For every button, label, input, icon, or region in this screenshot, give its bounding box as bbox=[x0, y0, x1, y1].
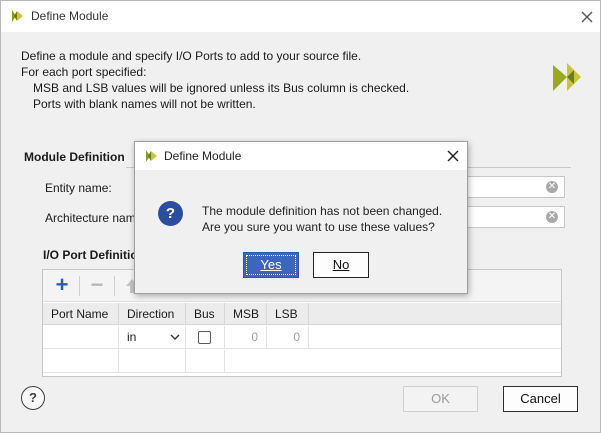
brand-logo-icon bbox=[549, 59, 585, 98]
lsb-value: 0 bbox=[293, 330, 300, 344]
window-title: Define Module bbox=[31, 9, 109, 23]
column-header-port-name[interactable]: Port Name bbox=[43, 303, 119, 324]
title-bar: Define Module bbox=[1, 1, 600, 32]
table-row: in 0 0 bbox=[43, 326, 561, 349]
column-header-lsb[interactable]: LSB bbox=[267, 303, 309, 324]
empty-cell bbox=[186, 350, 225, 372]
app-logo-icon bbox=[143, 148, 159, 167]
msb-cell[interactable]: 0 bbox=[225, 326, 267, 348]
close-icon[interactable] bbox=[577, 7, 597, 27]
dialog-body: ? The module definition has not been cha… bbox=[135, 170, 467, 293]
lsb-cell[interactable]: 0 bbox=[267, 326, 309, 348]
architecture-name-label: Architecture nam bbox=[45, 211, 136, 225]
description: Define a module and specify I/O Ports to… bbox=[21, 48, 409, 112]
confirm-dialog: Define Module ? The module definition ha… bbox=[134, 141, 468, 294]
yes-label: Yes bbox=[260, 257, 282, 272]
app-logo-icon bbox=[9, 8, 25, 27]
no-label: No bbox=[332, 257, 350, 272]
question-icon: ? bbox=[158, 201, 183, 226]
help-button[interactable]: ? bbox=[21, 386, 45, 410]
clear-icon[interactable]: ✕ bbox=[546, 211, 558, 223]
entity-name-label: Entity name: bbox=[45, 181, 112, 195]
dialog-message: The module definition has not been chang… bbox=[202, 203, 442, 235]
description-line: Ports with blank names will not be writt… bbox=[33, 97, 256, 111]
define-module-window: Define Module Define a module and specif… bbox=[0, 0, 601, 433]
description-line: MSB and LSB values will be ignored unles… bbox=[33, 81, 410, 95]
clear-icon[interactable]: ✕ bbox=[546, 181, 558, 193]
bus-checkbox[interactable] bbox=[198, 331, 211, 344]
add-icon[interactable]: + bbox=[49, 274, 75, 298]
port-name-cell[interactable] bbox=[43, 326, 119, 348]
description-line: For each port specified: bbox=[21, 65, 147, 79]
yes-button[interactable]: Yes bbox=[243, 252, 299, 278]
dialog-title: Define Module bbox=[164, 149, 242, 163]
dialog-message-line: The module definition has not been chang… bbox=[202, 204, 443, 218]
entity-name-input[interactable]: ✕ bbox=[461, 176, 565, 198]
column-header-msb[interactable]: MSB bbox=[225, 303, 267, 324]
dialog-message-line: Are you sure you want to use these value… bbox=[202, 220, 435, 234]
toolbar-separator bbox=[114, 276, 115, 296]
remove-icon[interactable]: − bbox=[84, 274, 110, 298]
dialog-title-bar: Define Module bbox=[135, 142, 467, 170]
close-icon[interactable] bbox=[443, 146, 463, 166]
direction-value: in bbox=[127, 330, 137, 344]
no-button[interactable]: No bbox=[313, 252, 369, 278]
toolbar-separator bbox=[79, 276, 80, 296]
module-definition-title: Module Definition bbox=[24, 150, 125, 164]
table-row bbox=[43, 350, 561, 373]
cancel-button[interactable]: Cancel bbox=[503, 386, 578, 412]
column-header-bus[interactable]: Bus bbox=[186, 303, 225, 324]
msb-value: 0 bbox=[251, 330, 258, 344]
column-header-direction[interactable]: Direction bbox=[119, 303, 186, 324]
direction-select[interactable]: in bbox=[119, 326, 186, 348]
architecture-name-input[interactable]: ✕ bbox=[461, 206, 565, 228]
description-line: Define a module and specify I/O Ports to… bbox=[21, 49, 362, 63]
bus-cell bbox=[186, 326, 225, 348]
empty-cell bbox=[43, 350, 119, 372]
io-port-definitions-title: I/O Port Definitio bbox=[43, 248, 138, 262]
table-header: Port Name Direction Bus MSB LSB bbox=[43, 303, 561, 325]
empty-cell bbox=[119, 350, 186, 372]
ok-button[interactable]: OK bbox=[403, 386, 478, 412]
